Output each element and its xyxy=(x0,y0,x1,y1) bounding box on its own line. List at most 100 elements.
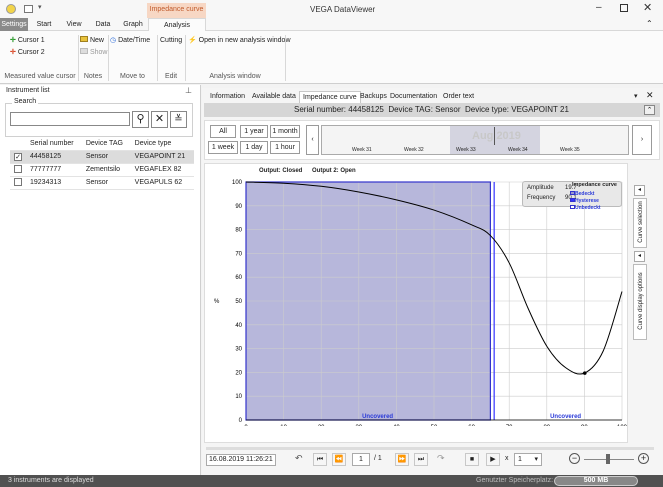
legend-title: Impedance curve xyxy=(572,182,617,188)
impedance-chart[interactable]: 0 10 20 30 40 50 60 70 80 90 100 0 10 20 30 40 50 60 70 80 9… xyxy=(208,174,628,426)
column-serial-number[interactable]: Serial number xyxy=(26,137,82,151)
cursor2-label: Cursor 2 xyxy=(17,49,45,56)
curve-display-collapse-button[interactable]: ◂ xyxy=(634,251,645,262)
range-1week-button[interactable]: 1 week xyxy=(208,141,238,154)
row-checkbox[interactable] xyxy=(14,177,22,186)
timeline-cursor[interactable] xyxy=(494,127,495,145)
legend-item-unbedeckt[interactable]: Unbedeckt xyxy=(570,205,601,211)
tab-analysis[interactable]: Analysis xyxy=(148,18,206,31)
minimize-button[interactable]: – xyxy=(596,2,602,13)
timeline-prev-button[interactable]: ‹ xyxy=(306,125,319,155)
y-tick-label: 70 xyxy=(235,251,242,257)
search-button[interactable]: ⚲ xyxy=(132,111,149,128)
x-tick-label: 20 xyxy=(318,425,325,426)
range-all-button[interactable]: All xyxy=(210,125,236,138)
legend-text: Hysterese xyxy=(575,198,599,204)
zoom-in-button[interactable]: + xyxy=(638,453,649,464)
collapse-ribbon-icon[interactable]: ⌃ xyxy=(646,19,653,28)
x-tick-label: 50 xyxy=(431,425,438,426)
first-page-button[interactable]: ⏮ xyxy=(313,453,327,466)
x-tick-label: 70 xyxy=(506,425,513,426)
tab-graph[interactable]: Graph xyxy=(118,18,148,31)
maximize-button[interactable] xyxy=(620,4,628,12)
loop-back-icon[interactable]: ↶ xyxy=(295,453,303,464)
cell-tag: Sensor xyxy=(81,176,131,190)
tab-backups[interactable]: Backups xyxy=(360,91,387,103)
curve-selection-collapse-button[interactable]: ◂ xyxy=(634,185,645,196)
cutting-button[interactable]: Cutting xyxy=(160,35,182,46)
loop-forward-icon[interactable]: ↷ xyxy=(437,453,445,464)
collapse-header-button[interactable]: ⌃ xyxy=(644,105,655,115)
column-device-type[interactable]: Device type xyxy=(130,137,194,151)
cell-tag: Sensor xyxy=(81,150,131,164)
tab-information[interactable]: Information xyxy=(210,91,245,103)
x-tick-label: 10 xyxy=(280,425,287,426)
range-1hour-button[interactable]: 1 hour xyxy=(270,141,300,154)
note-icon xyxy=(80,36,88,42)
tab-documentation[interactable]: Documentation xyxy=(390,91,437,103)
pin-icon[interactable]: ⊥ xyxy=(185,86,192,95)
tab-curve-selection[interactable]: Curve selection xyxy=(633,198,647,248)
speed-select[interactable]: 1 ▾ xyxy=(514,453,542,466)
group-move-to: Move to xyxy=(120,73,145,80)
prev-page-button[interactable]: ⏪ xyxy=(332,453,346,466)
timeline[interactable]: Aug 2019 Week 31 Week 32 Week 33 Week 34… xyxy=(321,125,629,155)
tab-available-data[interactable]: Available data xyxy=(252,91,296,103)
tab-curve-display-options[interactable]: Curve display options xyxy=(633,264,647,340)
row-checkbox[interactable] xyxy=(14,164,22,173)
y-tick-label: 50 xyxy=(235,299,242,305)
legend-text: Bedeckt xyxy=(575,191,595,197)
play-button[interactable]: ▶ xyxy=(486,453,500,466)
last-page-button[interactable]: ⏭ xyxy=(414,453,428,466)
tab-view[interactable]: View xyxy=(60,18,88,31)
clear-search-button[interactable]: ✕ xyxy=(151,111,168,128)
curve-selection-label: Curve selection xyxy=(638,201,644,243)
column-device-tag[interactable]: Device TAG xyxy=(81,137,131,151)
range-1day-button[interactable]: 1 day xyxy=(240,141,268,154)
timestamp-display: 16.08.2019 11:26:21 xyxy=(206,454,276,466)
table-row[interactable]: ✓ 44458125 Sensor VEGAPOINT 21 xyxy=(10,150,194,164)
legend-item-bedeckt[interactable]: Bedeckt xyxy=(570,191,594,197)
page-input[interactable]: 1 xyxy=(352,453,370,466)
panel-menu-icon[interactable]: ▾ xyxy=(634,92,638,100)
cursor2-button[interactable]: ✛ Cursor 2 xyxy=(10,47,45,58)
datetime-button[interactable]: ◷ Date/Time xyxy=(110,35,150,46)
table-row[interactable]: 19234313 Sensor VEGAPULS 62 xyxy=(10,176,194,190)
timeline-month-label: Aug 2019 xyxy=(472,130,521,142)
close-button[interactable]: ✕ xyxy=(643,1,652,14)
range-1year-button[interactable]: 1 year xyxy=(240,125,268,138)
cursor1-button[interactable]: ✛ Cursor 1 xyxy=(10,35,45,46)
new-note-button[interactable]: New xyxy=(80,35,104,46)
table-row[interactable]: 77777777 Zementsilo VEGAFLEX 82 xyxy=(10,163,194,177)
expand-filter-button[interactable]: ≚ xyxy=(170,111,187,128)
cell-tag: Zementsilo xyxy=(81,163,131,177)
tab-data[interactable]: Data xyxy=(90,18,116,31)
quick-access-dropdown-icon[interactable]: ▾ xyxy=(38,3,42,11)
range-1month-button[interactable]: 1 month xyxy=(270,125,300,138)
legend-item-hysterese[interactable]: Hysterese xyxy=(570,198,599,204)
zoom-out-button[interactable]: − xyxy=(569,453,580,464)
row-checkbox[interactable]: ✓ xyxy=(14,152,22,161)
window-title: VEGA DataViewer xyxy=(310,5,376,14)
next-page-button[interactable]: ⏩ xyxy=(395,453,409,466)
tab-order-text[interactable]: Order text xyxy=(443,91,474,103)
tab-settings[interactable]: Settings xyxy=(0,18,28,31)
tab-start[interactable]: Start xyxy=(30,18,58,31)
search-input[interactable] xyxy=(10,112,130,126)
stop-button[interactable]: ■ xyxy=(465,453,479,466)
tag-value: Sensor xyxy=(435,105,461,114)
tab-impedance-curve[interactable]: Impedance curve xyxy=(299,91,361,103)
quick-access-icon[interactable] xyxy=(24,5,33,13)
cell-serial: 77777777 xyxy=(26,163,82,177)
instrument-list-header: Instrument list xyxy=(6,87,50,94)
timeline-week-32: Week 32 xyxy=(404,147,424,153)
timeline-next-button[interactable]: › xyxy=(632,125,652,155)
show-notes-button[interactable]: Show xyxy=(80,47,107,58)
zoom-slider-thumb[interactable] xyxy=(606,454,610,464)
panel-close-icon[interactable]: ✕ xyxy=(646,90,654,101)
open-analysis-window-button[interactable]: ⚡ Open in new analysis window xyxy=(188,35,291,46)
analysis-window-icon: ⚡ xyxy=(188,37,197,44)
open-analysis-window-label: Open in new analysis window xyxy=(198,37,291,44)
horizontal-scrollbar[interactable] xyxy=(206,447,654,450)
y-tick-label: 20 xyxy=(235,370,242,376)
